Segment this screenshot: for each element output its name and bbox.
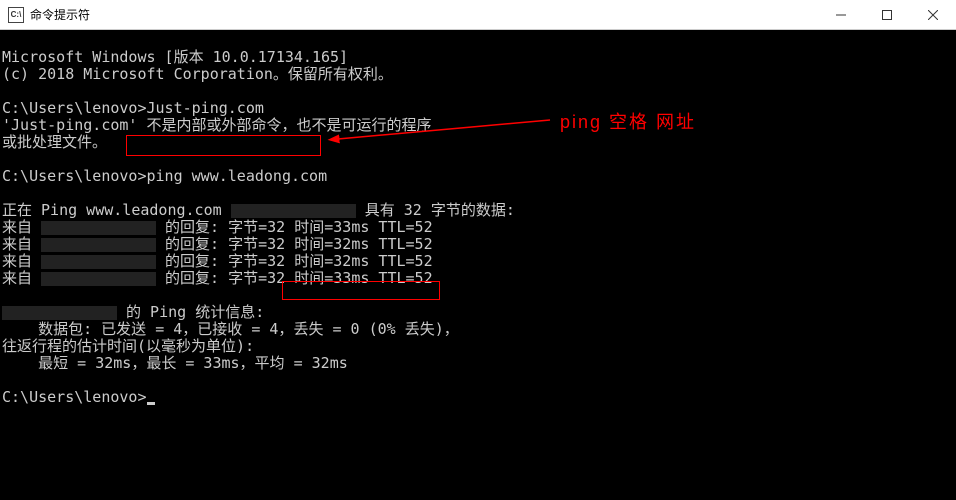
version-line: Microsoft Windows [版本 10.0.17134.165] (2, 48, 348, 66)
rtt-values: 最短 = 32ms，最长 = 33ms，平均 = 32ms (2, 354, 348, 372)
reply-4: 的回复: 字节=32 时间=33ms TTL=52 (156, 269, 433, 287)
reply-prefix: 来自 (2, 235, 41, 253)
stats-title: 的 Ping 统计信息: (117, 303, 264, 321)
cmd-icon: C:\ (8, 7, 24, 23)
reply-3: 的回复: 字节=32 时间=32ms TTL=52 (156, 252, 433, 270)
cursor (147, 402, 155, 405)
redacted-ip (2, 306, 117, 320)
reply-prefix: 来自 (2, 218, 41, 236)
minimize-icon (836, 10, 846, 20)
error-line-1: 'Just-ping.com' 不是内部或外部命令，也不是可运行的程序 (2, 116, 432, 134)
window-controls (818, 0, 956, 29)
reply-2: 的回复: 字节=32 时间=32ms TTL=52 (156, 235, 433, 253)
packets-pre: 数据包: 已发送 = 4，已接收 = 4， (2, 320, 293, 338)
reply-prefix: 来自 (2, 252, 41, 270)
prompt-3: C:\Users\lenovo> (2, 388, 147, 406)
copyright-line: (c) 2018 Microsoft Corporation。保留所有权利。 (2, 65, 393, 83)
close-button[interactable] (910, 0, 956, 29)
prompt-2: C:\Users\lenovo> (2, 167, 147, 185)
redacted-ip (41, 255, 156, 269)
window-titlebar: C:\ 命令提示符 (0, 0, 956, 30)
terminal-output[interactable]: Microsoft Windows [版本 10.0.17134.165] (c… (0, 30, 956, 406)
window-title: 命令提示符 (30, 6, 818, 23)
error-line-2: 或批处理文件。 (2, 133, 107, 151)
redacted-ip (41, 238, 156, 252)
maximize-button[interactable] (864, 0, 910, 29)
prompt-1: C:\Users\lenovo> (2, 99, 147, 117)
redacted-ip (41, 221, 156, 235)
redacted-ip (231, 204, 356, 218)
packets-loss: 丢失 = 0 (0% 丢失)， (293, 320, 458, 338)
annotation-text: ping 空格 网址 (560, 108, 696, 134)
command-2: ping www.leadong.com (147, 167, 328, 185)
reply-1: 的回复: 字节=32 时间=33ms TTL=52 (156, 218, 433, 236)
reply-prefix: 来自 (2, 269, 41, 287)
command-1: Just-ping.com (147, 99, 264, 117)
rtt-title: 往返行程的估计时间(以毫秒为单位): (2, 337, 254, 355)
close-icon (928, 10, 938, 20)
ping-header-pre: 正在 Ping www.leadong.com (2, 201, 231, 219)
maximize-icon (882, 10, 892, 20)
minimize-button[interactable] (818, 0, 864, 29)
redacted-ip (41, 272, 156, 286)
ping-header-post: 具有 32 字节的数据: (356, 201, 515, 219)
